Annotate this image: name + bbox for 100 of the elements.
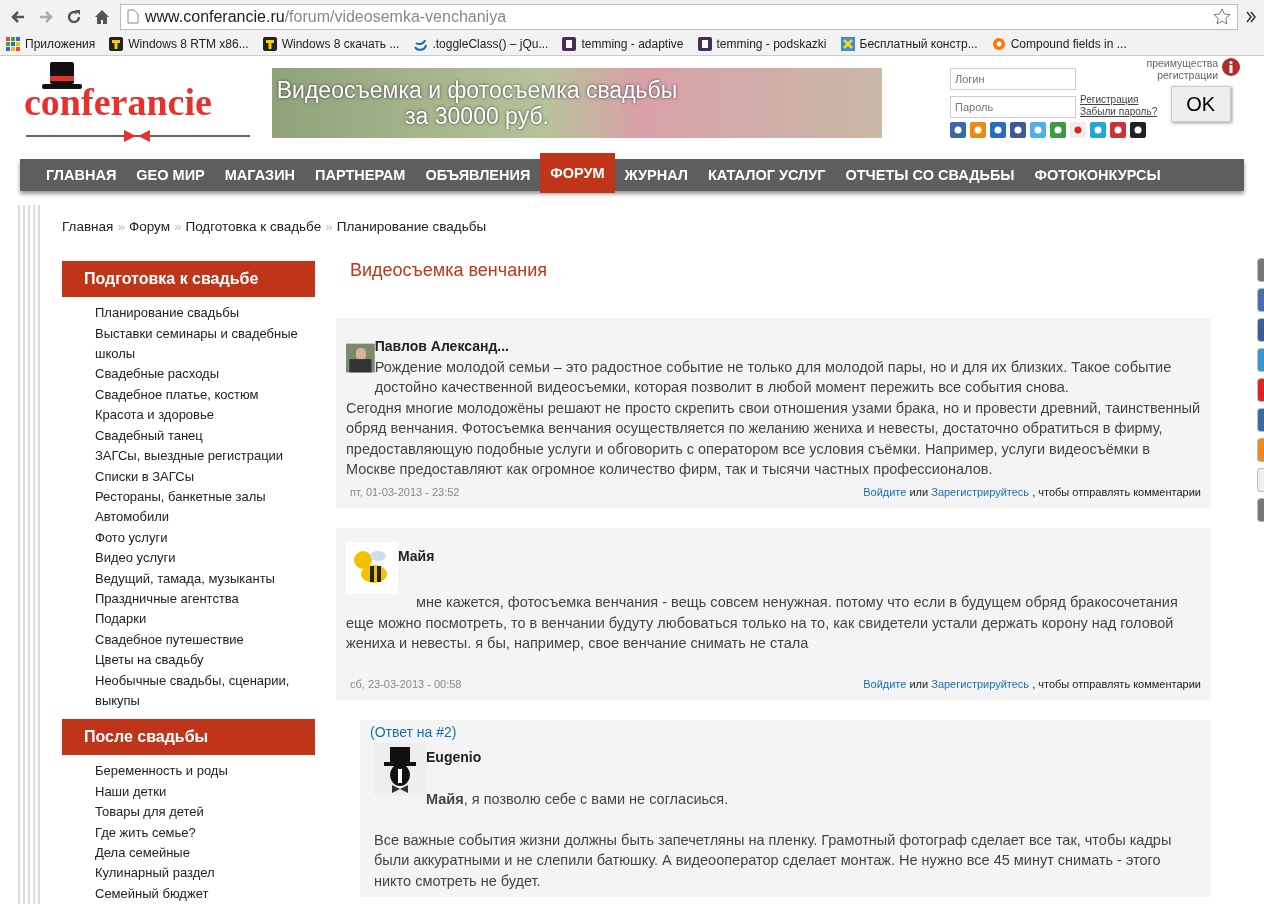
menu-link[interactable]: МАГАЗИН bbox=[214, 159, 306, 191]
sidebar-link[interactable]: Где жить семье? bbox=[62, 822, 315, 843]
sidebar-link[interactable]: Необычные свадьбы, сценарии, выкупы bbox=[62, 670, 315, 712]
login-link[interactable]: Войдите bbox=[863, 677, 907, 690]
benefits-text: преимущества регистрации bbox=[1145, 58, 1218, 82]
breadcrumb-link[interactable]: Подготовка к свадьбе bbox=[185, 219, 322, 234]
breadcrumb-separator: » bbox=[173, 219, 182, 234]
breadcrumb-link[interactable]: Планирование свадьбы bbox=[336, 219, 487, 234]
sidebar-link[interactable]: Выставки семинары и свадебные школы bbox=[62, 323, 315, 365]
top-hat-icon bbox=[42, 60, 82, 90]
menu-link[interactable]: GEO МИР bbox=[126, 159, 215, 191]
breadcrumb-separator: » bbox=[117, 219, 125, 234]
bookmark-link[interactable]: temming - adaptive bbox=[581, 35, 684, 53]
address-bar[interactable]: www.conferancie.ru/forum/videosemka-venchaniya bbox=[120, 3, 1238, 30]
share-tab-icon[interactable] bbox=[1257, 408, 1264, 432]
bookmark-link[interactable]: Windows 8 RTM x86... bbox=[128, 35, 249, 53]
chevron-icon[interactable] bbox=[1246, 10, 1256, 23]
menu-link[interactable]: КАТАЛОГ УСЛУГ bbox=[698, 159, 836, 191]
sidebar-link[interactable]: Автомобили bbox=[62, 507, 315, 528]
sidebar-link[interactable]: Подарки bbox=[62, 609, 315, 630]
register-link[interactable]: Регистрация bbox=[1080, 94, 1167, 106]
sidebar-link[interactable]: Праздничные агентства bbox=[62, 588, 315, 610]
page-icon bbox=[127, 9, 139, 24]
reload-icon bbox=[65, 7, 83, 26]
share-tab-icon[interactable] bbox=[1257, 258, 1264, 282]
star-icon[interactable] bbox=[1213, 7, 1231, 26]
bookmark-link[interactable]: Приложения bbox=[25, 35, 96, 53]
breadcrumb-link[interactable]: Форум bbox=[128, 219, 170, 234]
menu-link[interactable]: ОБЪЯВЛЕНИЯ bbox=[415, 159, 541, 191]
menu-link[interactable]: ГЛАВНАЯ bbox=[36, 159, 127, 191]
comment-text: Рождение молодой семьи – это радостное событие не только для молодой пары, но и для их близких. Такое событие достойно качественной видеосъемки, которая позволит в любой момент пережить все события снова. bbox=[374, 357, 1173, 398]
cross-tile-icon bbox=[840, 37, 855, 51]
sidebar-link[interactable]: Ведущий, тамада, музыканты bbox=[62, 568, 315, 589]
share-tab-icon[interactable] bbox=[1257, 378, 1264, 402]
reply-reference-link[interactable]: (Ответ на #2) bbox=[370, 722, 457, 743]
comment-text: Все важные события жизни должны быть запечетляны на пленку. Грамотный фотограф сделает все так, чтобы кадры были аккуратными и не слепили батюшку. А видеооператор сделает монтаж. Не нужно все 45 минут снимать - этого никто смотреть не будет. bbox=[374, 830, 1173, 891]
sidebar-link[interactable]: ЗАГСы, выездные регистрации bbox=[62, 446, 315, 467]
sidebar-link[interactable]: Семейный бюджет bbox=[62, 883, 315, 904]
share-tab-icon[interactable] bbox=[1257, 348, 1264, 372]
comment-author[interactable]: Майя bbox=[398, 546, 1201, 567]
home-icon bbox=[93, 7, 111, 26]
comment-note: или bbox=[908, 485, 930, 498]
sidebar-link[interactable]: Планирование свадьбы bbox=[62, 303, 315, 324]
password-field[interactable]: Пароль bbox=[950, 96, 1076, 118]
sidebar-link[interactable]: Цветы на свадьбу bbox=[62, 650, 315, 671]
sidebar-link[interactable]: Наши детки bbox=[62, 781, 315, 803]
comment-date: пт, 01-03-2013 - 23:52 bbox=[349, 484, 460, 500]
url-text: www.conferancie.ru/forum/videosemka-venchaniya bbox=[145, 6, 507, 27]
menu-link[interactable]: ОТЧЕТЫ СО СВАДЬБЫ bbox=[835, 159, 1025, 191]
comment-text: Сегодня многие молодожёны решают не просто скрепить свои отношения узами брака, но и провести древний, таинственный обряд венчания. Фотосъемка венчания осуществляется по желанию жениха и невесты, достаточно обратиться в фирму, предоставляющую подобные услуги и обговорить с оператором все условия съёмки. Например, услуги видеосъёмки в Москве предоставляют как огромное количество фирм, так и тысячи частных профессионалов. bbox=[346, 398, 1201, 480]
menu-link[interactable]: ФОТОКОНКУРСЫ bbox=[1024, 159, 1171, 191]
sidebar-link[interactable]: Товары для детей bbox=[62, 802, 315, 823]
menu-link[interactable]: ЖУРНАЛ bbox=[614, 159, 698, 191]
sidebar-link[interactable]: Рестораны, банкетные залы bbox=[62, 486, 315, 508]
sidebar-link[interactable]: Кулинарный раздел bbox=[62, 863, 315, 884]
bookmark-link[interactable]: .toggleClass() – jQu... bbox=[432, 35, 549, 53]
comment-text: Майя, я позволю себе с вами не согласиься. bbox=[426, 790, 730, 810]
sidebar-link[interactable]: Видео услуги bbox=[62, 548, 315, 569]
sidebar-link[interactable]: Свадебные расходы bbox=[62, 364, 315, 385]
bookmark-link[interactable]: Windows 8 скачать ... bbox=[281, 35, 400, 53]
page-title: Видеосъемка венчания bbox=[350, 259, 548, 283]
register-link[interactable]: Зарегистрируйтесь bbox=[931, 677, 1030, 690]
sidebar-link[interactable]: Беременность и роды bbox=[62, 761, 315, 782]
menu-link[interactable]: ПАРТНЕРАМ bbox=[305, 159, 416, 191]
letter-tile-icon bbox=[109, 37, 124, 51]
info-icon[interactable] bbox=[1222, 58, 1240, 76]
breadcrumb-separator: » bbox=[325, 219, 333, 234]
sidebar-link[interactable]: Свадебный танец bbox=[62, 425, 315, 447]
sidebar-heading: Подготовка к свадьбе bbox=[62, 261, 315, 298]
share-tab-icon[interactable] bbox=[1257, 498, 1264, 522]
sidebar-link[interactable]: Красота и здоровье bbox=[62, 405, 315, 426]
letter-tile-icon bbox=[697, 37, 712, 51]
sidebar-link[interactable]: Фото услуги bbox=[62, 527, 315, 549]
swirl-icon bbox=[413, 37, 428, 51]
comment-text: мне кажется, фотосъемка венчания - вещь совсем ненужная. потому что если в будущем обряд бракосочетания еще можно посмотреть, то в венчании будуту любоваться только на то, как свидетели устали держать корону над головой жениха и невесты. я бы, например, свое венчание снимать не стала bbox=[346, 593, 1179, 654]
bookmark-link[interactable]: temming - podskazki bbox=[716, 35, 827, 53]
sidebar-link[interactable]: Дела семейные bbox=[62, 843, 315, 864]
login-link[interactable]: Войдите bbox=[863, 485, 907, 498]
letter-tile-icon bbox=[262, 37, 277, 51]
sidebar-link[interactable]: Свадебное путешествие bbox=[62, 629, 315, 651]
register-link[interactable]: Зарегистрируйтесь bbox=[931, 485, 1030, 498]
comment-note: , чтобы отправлять комментарии bbox=[1031, 485, 1201, 498]
social-network-icon[interactable] bbox=[1010, 122, 1026, 138]
site-logo[interactable]: conferancie bbox=[24, 80, 212, 126]
ok-button[interactable]: OK bbox=[1170, 86, 1231, 122]
banner-text: за 30000 руб. bbox=[405, 103, 549, 130]
social-network-icon[interactable] bbox=[1130, 122, 1146, 138]
sidebar-link[interactable]: Списки в ЗАГСы bbox=[62, 466, 315, 487]
share-tab-icon[interactable] bbox=[1257, 318, 1264, 342]
bookmark-link[interactable]: Бесплатный констр... bbox=[859, 35, 978, 53]
bookmark-link[interactable]: Compound fields in ... bbox=[1010, 35, 1127, 53]
breadcrumb-link[interactable]: Главная bbox=[62, 219, 114, 234]
comment-author[interactable]: Павлов Александ... bbox=[374, 336, 1201, 357]
forgot-password-link[interactable]: Забыли пароль? bbox=[1080, 106, 1167, 118]
sidebar-link[interactable]: Свадебное платье, костюм bbox=[62, 384, 315, 406]
letter-tile-icon bbox=[562, 37, 577, 51]
comment-author[interactable]: Eugenio bbox=[426, 746, 1201, 768]
menu-link[interactable]: ФОРУМ bbox=[540, 153, 615, 193]
login-field[interactable]: Логин bbox=[950, 68, 1076, 90]
share-tab-icon[interactable] bbox=[1257, 288, 1264, 312]
